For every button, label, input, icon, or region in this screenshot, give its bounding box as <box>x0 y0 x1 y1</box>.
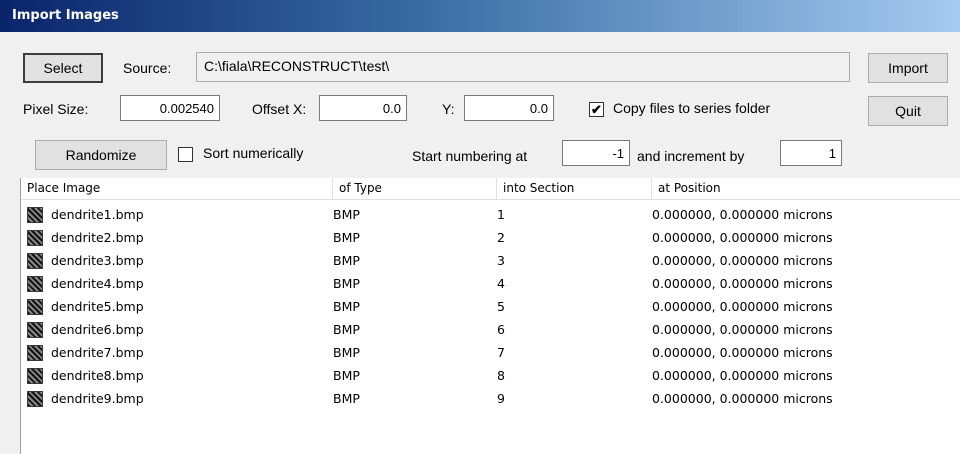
increment-input[interactable] <box>780 140 842 166</box>
bitmap-file-icon <box>27 391 43 407</box>
column-header-place-image[interactable]: Place Image <box>21 178 333 200</box>
bitmap-file-icon <box>27 253 43 269</box>
row-filename: dendrite2.bmp <box>51 230 144 245</box>
table-row[interactable]: dendrite5.bmp BMP 5 0.000000, 0.000000 micr… <box>21 296 960 319</box>
bitmap-file-icon <box>27 322 43 338</box>
column-header-at-position[interactable]: at Position <box>652 178 960 200</box>
row-filename: dendrite3.bmp <box>51 253 144 268</box>
select-button[interactable]: Select <box>23 53 103 83</box>
offset-x-input[interactable] <box>319 95 407 121</box>
row-section: 1 <box>497 207 505 222</box>
row-section: 9 <box>497 391 505 406</box>
row-filename: dendrite4.bmp <box>51 276 144 291</box>
row-section: 5 <box>497 299 505 314</box>
table-row[interactable]: dendrite3.bmp BMP 3 0.000000, 0.000000 micr… <box>21 250 960 273</box>
source-label: Source: <box>123 60 172 76</box>
randomize-button[interactable]: Randomize <box>35 140 167 170</box>
sort-numerically-label: Sort numerically <box>203 145 304 161</box>
row-type: BMP <box>333 368 360 383</box>
table-row[interactable]: dendrite9.bmp BMP 9 0.000000, 0.000000 micr… <box>21 388 960 411</box>
row-position: 0.000000, 0.000000 microns <box>652 322 833 337</box>
import-images-dialog: Import Images Select Source: C:\fiala\RE… <box>0 0 960 454</box>
offset-x-label: Offset X: <box>252 101 307 117</box>
row-position: 0.000000, 0.000000 microns <box>652 230 833 245</box>
row-section: 4 <box>497 276 505 291</box>
table-row[interactable]: dendrite4.bmp BMP 4 0.000000, 0.000000 micr… <box>21 273 960 296</box>
row-position: 0.000000, 0.000000 microns <box>652 299 833 314</box>
row-position: 0.000000, 0.000000 microns <box>652 207 833 222</box>
table-row[interactable]: dendrite8.bmp BMP 8 0.000000, 0.000000 micr… <box>21 365 960 388</box>
start-numbering-label: Start numbering at <box>412 148 528 164</box>
increment-label: and increment by <box>637 148 745 164</box>
table-row[interactable]: dendrite7.bmp BMP 7 0.000000, 0.000000 micr… <box>21 342 960 365</box>
pixel-size-label: Pixel Size: <box>23 101 89 117</box>
source-path-field: C:\fiala\RECONSTRUCT\test\ <box>196 52 850 82</box>
row-filename: dendrite8.bmp <box>51 368 144 383</box>
row-type: BMP <box>333 230 360 245</box>
row-type: BMP <box>333 345 360 360</box>
row-type: BMP <box>333 299 360 314</box>
row-section: 3 <box>497 253 505 268</box>
row-type: BMP <box>333 207 360 222</box>
bitmap-file-icon <box>27 207 43 223</box>
bitmap-file-icon <box>27 345 43 361</box>
window-title: Import Images <box>12 8 119 23</box>
row-type: BMP <box>333 322 360 337</box>
row-type: BMP <box>333 253 360 268</box>
bitmap-file-icon <box>27 276 43 292</box>
bitmap-file-icon <box>27 299 43 315</box>
table-row[interactable]: dendrite1.bmp BMP 1 0.000000, 0.000000 micr… <box>21 204 960 227</box>
table-row[interactable]: dendrite2.bmp BMP 2 0.000000, 0.000000 micr… <box>21 227 960 250</box>
row-filename: dendrite9.bmp <box>51 391 144 406</box>
copy-files-checkbox[interactable]: ✔ <box>589 102 604 117</box>
copy-files-label: Copy files to series folder <box>613 100 771 116</box>
table-row[interactable]: dendrite6.bmp BMP 6 0.000000, 0.000000 micr… <box>21 319 960 342</box>
row-position: 0.000000, 0.000000 microns <box>652 276 833 291</box>
row-section: 2 <box>497 230 505 245</box>
bitmap-file-icon <box>27 230 43 246</box>
row-filename: dendrite6.bmp <box>51 322 144 337</box>
image-list[interactable]: Place Image of Type into Section at Posi… <box>20 178 960 454</box>
bitmap-file-icon <box>27 368 43 384</box>
row-position: 0.000000, 0.000000 microns <box>652 368 833 383</box>
row-type: BMP <box>333 391 360 406</box>
row-filename: dendrite5.bmp <box>51 299 144 314</box>
sort-numerically-checkbox[interactable] <box>178 147 193 162</box>
title-bar[interactable]: Import Images <box>0 0 960 32</box>
import-button[interactable]: Import <box>868 53 948 83</box>
row-position: 0.000000, 0.000000 microns <box>652 345 833 360</box>
row-section: 8 <box>497 368 505 383</box>
offset-y-label: Y: <box>442 101 455 117</box>
row-filename: dendrite7.bmp <box>51 345 144 360</box>
row-section: 7 <box>497 345 505 360</box>
column-header-into-section[interactable]: into Section <box>497 178 652 200</box>
quit-button[interactable]: Quit <box>868 96 948 126</box>
pixel-size-input[interactable] <box>120 95 220 121</box>
row-filename: dendrite1.bmp <box>51 207 144 222</box>
row-position: 0.000000, 0.000000 microns <box>652 391 833 406</box>
start-numbering-input[interactable] <box>562 140 630 166</box>
column-header-of-type[interactable]: of Type <box>333 178 497 200</box>
row-type: BMP <box>333 276 360 291</box>
offset-y-input[interactable] <box>464 95 554 121</box>
row-position: 0.000000, 0.000000 microns <box>652 253 833 268</box>
row-section: 6 <box>497 322 505 337</box>
list-rows: dendrite1.bmp BMP 1 0.000000, 0.000000 micr… <box>21 204 960 411</box>
